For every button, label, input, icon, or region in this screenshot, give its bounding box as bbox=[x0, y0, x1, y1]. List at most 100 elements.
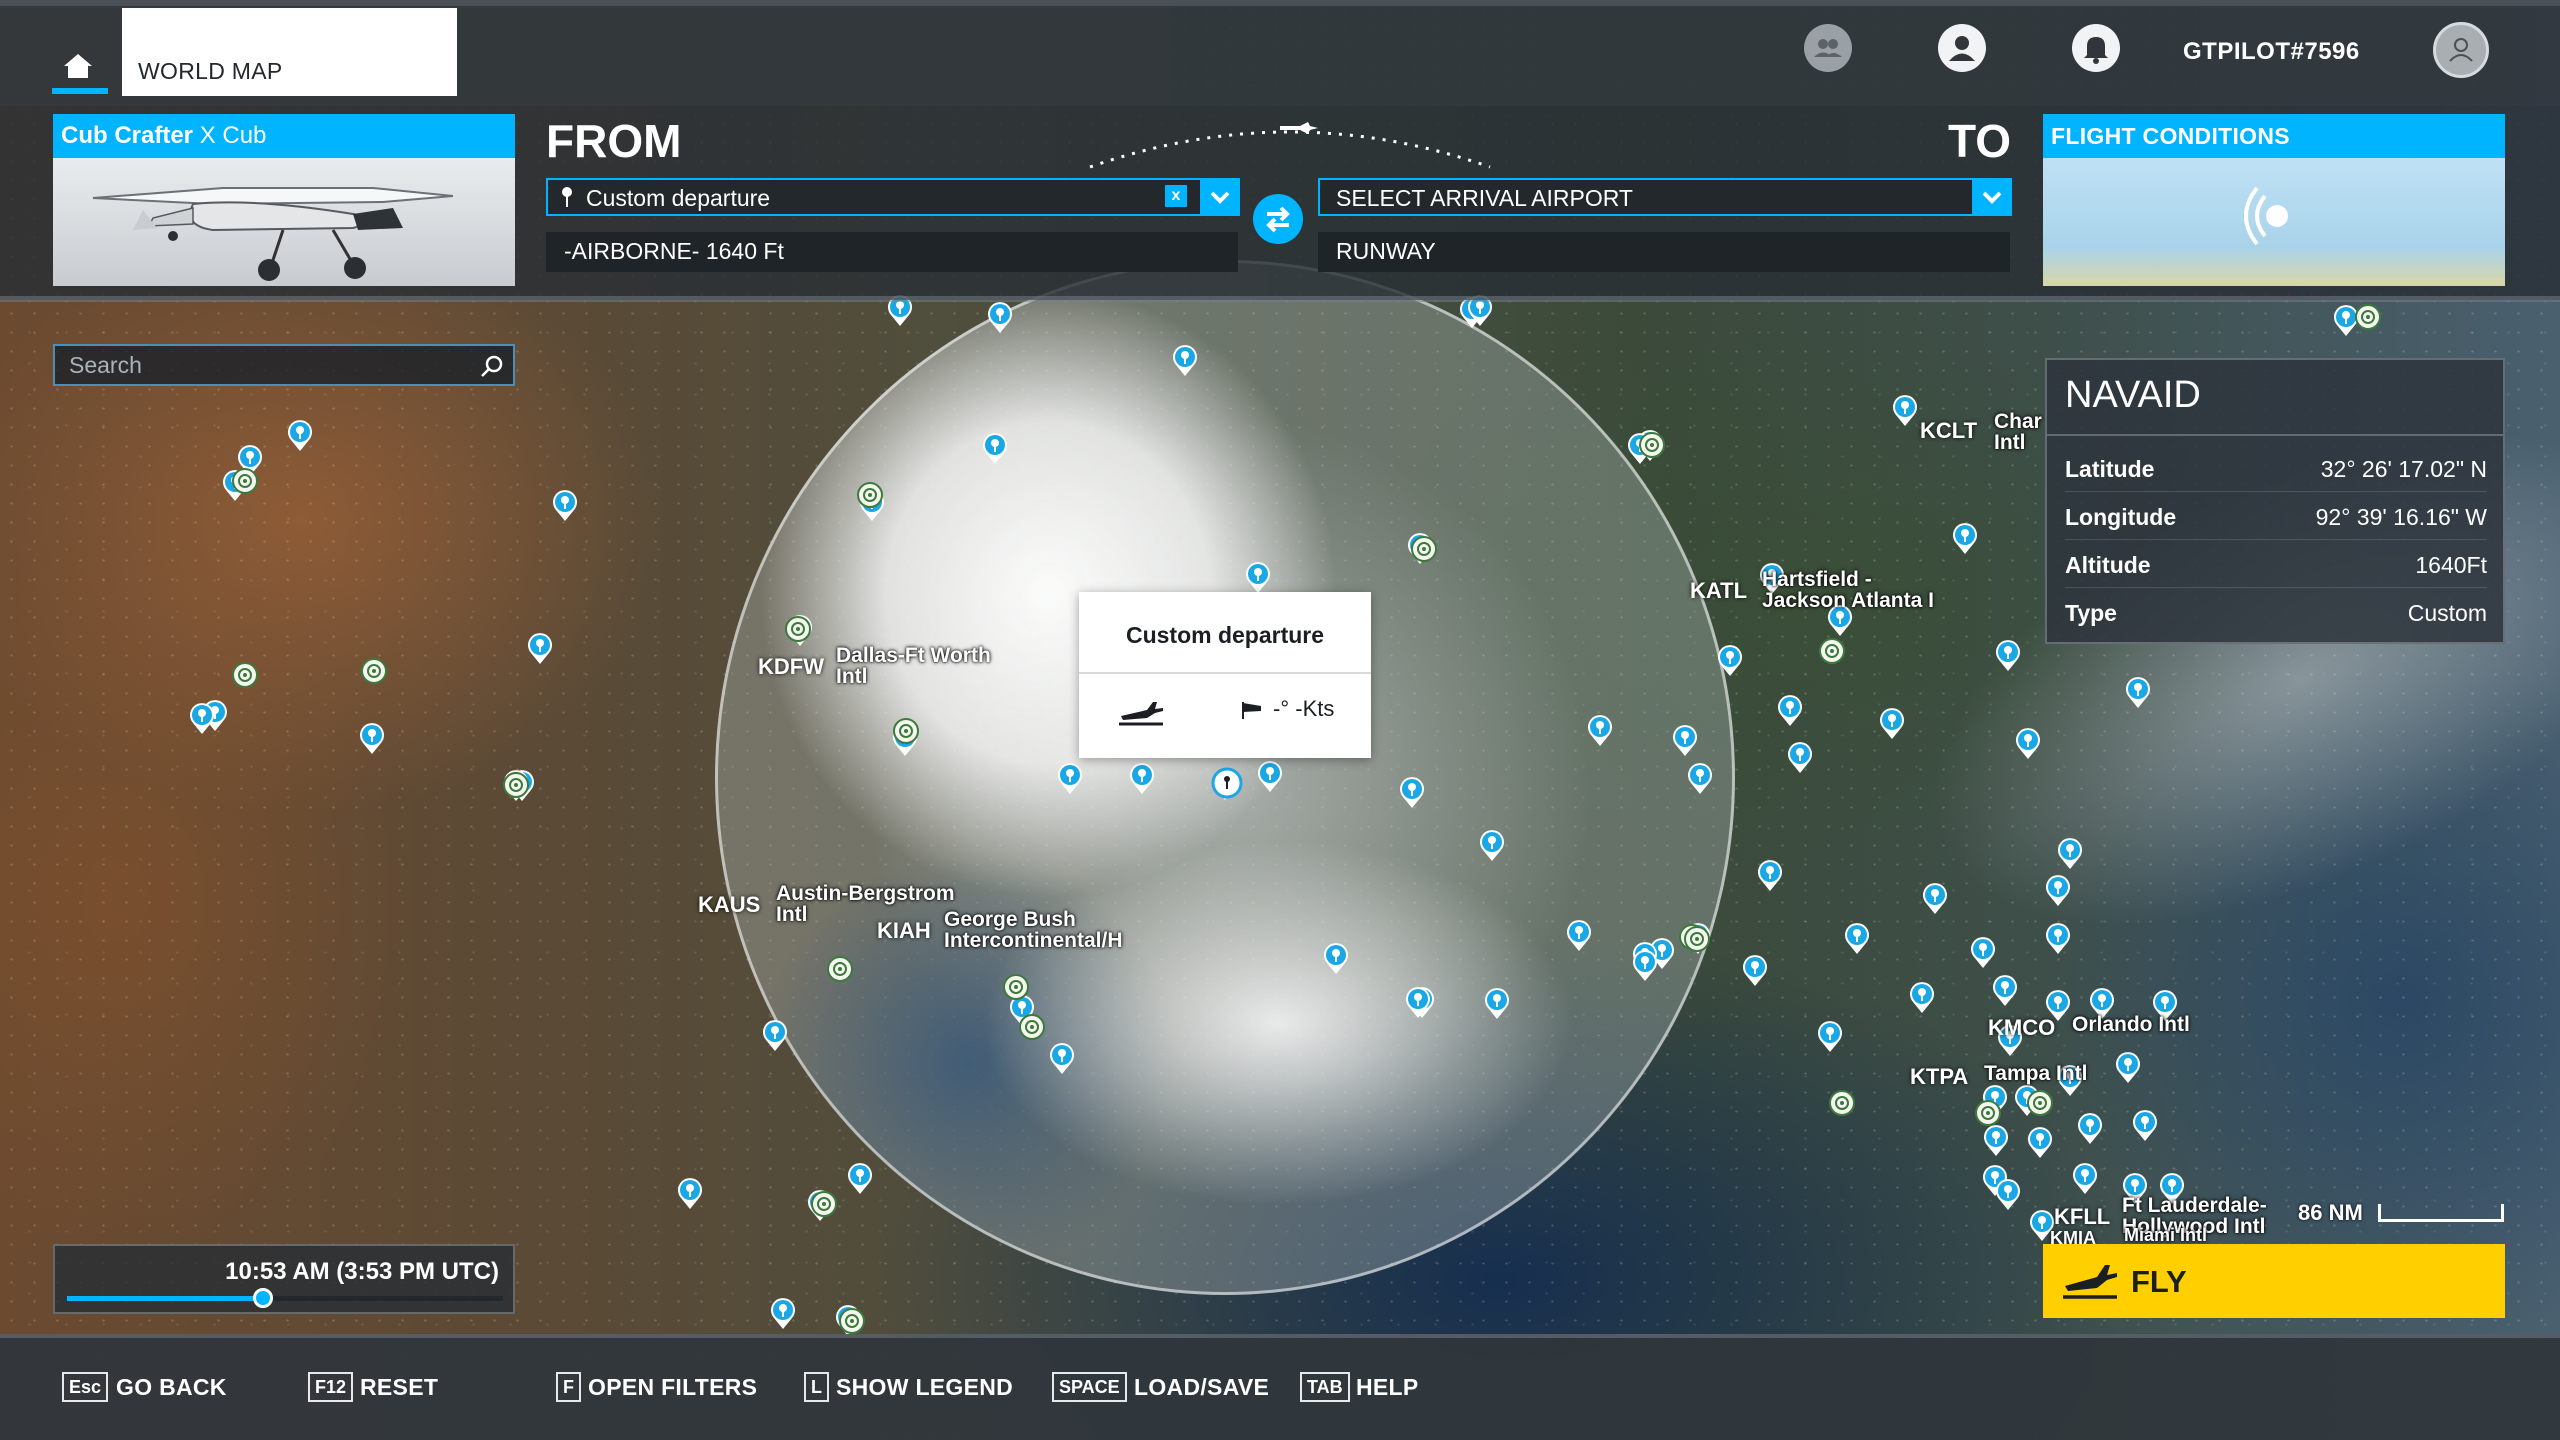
airport-pin-icon[interactable] bbox=[2131, 1108, 2159, 1142]
aircraft-selection-card[interactable]: Cub Crafter X Cub bbox=[53, 114, 515, 286]
airport-pin-icon[interactable] bbox=[1994, 638, 2022, 672]
airport-pin-icon[interactable] bbox=[2014, 726, 2042, 760]
airport-pin-icon[interactable] bbox=[2044, 921, 2072, 955]
departure-dropdown[interactable]: Custom departure bbox=[546, 178, 1240, 216]
airport-pin-icon[interactable] bbox=[1686, 761, 1714, 795]
search-input[interactable] bbox=[69, 352, 469, 378]
airport-pin-icon[interactable] bbox=[1816, 1019, 1844, 1053]
airport-code-kiah[interactable]: KIAH bbox=[877, 918, 931, 944]
navaid-pin-icon[interactable] bbox=[231, 659, 259, 693]
fly-button[interactable]: FLY bbox=[2043, 1244, 2505, 1318]
airport-pin-icon[interactable] bbox=[1671, 723, 1699, 757]
airport-pin-icon[interactable] bbox=[1991, 973, 2019, 1007]
avatar[interactable] bbox=[2433, 22, 2489, 78]
airport-pin-icon[interactable] bbox=[188, 701, 216, 735]
airport-pin-icon[interactable] bbox=[1969, 935, 1997, 969]
navaid-pin-icon[interactable] bbox=[810, 1188, 838, 1222]
departure-marker-icon[interactable] bbox=[1211, 767, 1243, 801]
airport-pin-icon[interactable] bbox=[1483, 986, 1511, 1020]
airport-pin-icon[interactable] bbox=[286, 418, 314, 452]
airport-pin-icon[interactable] bbox=[2026, 1125, 2054, 1159]
airport-pin-icon[interactable] bbox=[769, 1296, 797, 1330]
airport-pin-icon[interactable] bbox=[1891, 393, 1919, 427]
airport-pin-icon[interactable] bbox=[2124, 675, 2152, 709]
airport-pin-icon[interactable] bbox=[761, 1018, 789, 1052]
airport-code-kmco[interactable]: KMCO bbox=[1988, 1015, 2055, 1041]
navaid-pin-icon[interactable] bbox=[1818, 635, 1846, 669]
departure-dropdown-toggle[interactable] bbox=[1200, 178, 1240, 216]
airport-pin-icon[interactable] bbox=[1786, 740, 1814, 774]
airport-pin-icon[interactable] bbox=[1994, 1177, 2022, 1211]
navaid-pin-icon[interactable] bbox=[231, 465, 259, 499]
airport-pin-icon[interactable] bbox=[2076, 1111, 2104, 1145]
time-slider[interactable] bbox=[67, 1288, 503, 1308]
profile-button[interactable] bbox=[1938, 24, 1986, 72]
navaid-pin-icon[interactable] bbox=[1828, 1087, 1856, 1121]
airport-pin-icon[interactable] bbox=[986, 300, 1014, 334]
airport-pin-icon[interactable] bbox=[1565, 918, 1593, 952]
swap-route-button[interactable] bbox=[1253, 194, 1303, 244]
navaid-pin-icon[interactable] bbox=[360, 655, 388, 689]
navaid-pin-icon[interactable] bbox=[1018, 1011, 1046, 1045]
airport-pin-icon[interactable] bbox=[2044, 873, 2072, 907]
airport-pin-icon[interactable] bbox=[981, 431, 1009, 465]
navaid-pin-icon[interactable] bbox=[2026, 1087, 2054, 1121]
airport-pin-icon[interactable] bbox=[1128, 761, 1156, 795]
airport-pin-icon[interactable] bbox=[1951, 521, 1979, 555]
arrival-dropdown[interactable]: SELECT ARRIVAL AIRPORT bbox=[1318, 178, 2012, 216]
airport-code-ktpa[interactable]: KTPA bbox=[1910, 1064, 1968, 1090]
airport-pin-icon[interactable] bbox=[1843, 921, 1871, 955]
navaid-pin-icon[interactable] bbox=[826, 953, 854, 987]
arrival-runway-field[interactable]: RUNWAY bbox=[1318, 232, 2010, 272]
airport-pin-icon[interactable] bbox=[1776, 693, 1804, 727]
airport-pin-icon[interactable] bbox=[2056, 836, 2084, 870]
arrival-dropdown-toggle[interactable] bbox=[1972, 178, 2012, 216]
airport-code-kaus[interactable]: KAUS bbox=[698, 892, 760, 918]
navaid-pin-icon[interactable] bbox=[502, 769, 530, 803]
airport-pin-icon[interactable] bbox=[1404, 985, 1432, 1019]
airport-pin-icon[interactable] bbox=[1171, 343, 1199, 377]
clear-departure-button[interactable]: x bbox=[1165, 185, 1187, 207]
airport-pin-icon[interactable] bbox=[1478, 828, 1506, 862]
search-icon[interactable] bbox=[479, 354, 505, 380]
airport-code-kclt[interactable]: KCLT bbox=[1920, 418, 1977, 444]
airport-pin-icon[interactable] bbox=[358, 721, 386, 755]
map-search-box[interactable] bbox=[53, 344, 515, 386]
navaid-pin-icon[interactable] bbox=[856, 479, 884, 513]
airport-code-katl[interactable]: KATL bbox=[1690, 578, 1747, 604]
airport-pin-icon[interactable] bbox=[1908, 980, 1936, 1014]
airport-pin-icon[interactable] bbox=[1756, 858, 1784, 892]
navaid-pin-icon[interactable] bbox=[1002, 971, 1030, 1005]
airport-pin-icon[interactable] bbox=[1586, 713, 1614, 747]
navaid-pin-icon[interactable] bbox=[1410, 533, 1438, 567]
tab-world-map[interactable]: WORLD MAP bbox=[122, 8, 457, 96]
airport-pin-icon[interactable] bbox=[2114, 1050, 2142, 1084]
airport-pin-icon[interactable] bbox=[676, 1176, 704, 1210]
airport-pin-icon[interactable] bbox=[1322, 941, 1350, 975]
airport-pin-icon[interactable] bbox=[1244, 560, 1272, 594]
airport-pin-icon[interactable] bbox=[2071, 1161, 2099, 1195]
navaid-pin-icon[interactable] bbox=[784, 613, 812, 647]
time-slider-thumb[interactable] bbox=[253, 1288, 274, 1308]
airport-pin-icon[interactable] bbox=[846, 1161, 874, 1195]
navaid-pin-icon[interactable] bbox=[892, 715, 920, 749]
navaid-pin-icon[interactable] bbox=[1974, 1097, 2002, 1131]
airport-pin-icon[interactable] bbox=[1048, 1041, 1076, 1075]
friends-button[interactable] bbox=[1804, 24, 1852, 72]
airport-pin-icon[interactable] bbox=[551, 488, 579, 522]
airport-pin-icon[interactable] bbox=[1398, 775, 1426, 809]
flight-conditions-card[interactable]: FLIGHT CONDITIONS bbox=[2043, 114, 2505, 286]
airport-pin-icon[interactable] bbox=[1056, 761, 1084, 795]
airport-pin-icon[interactable] bbox=[1631, 948, 1659, 982]
notifications-button[interactable] bbox=[2072, 24, 2120, 72]
departure-popup[interactable]: Custom departure -° -Kts bbox=[1079, 592, 1371, 758]
airport-pin-icon[interactable] bbox=[1741, 953, 1769, 987]
airport-pin-icon[interactable] bbox=[1878, 706, 1906, 740]
airport-pin-icon[interactable] bbox=[1716, 643, 1744, 677]
airport-pin-icon[interactable] bbox=[1256, 759, 1284, 793]
navaid-pin-icon[interactable] bbox=[2354, 301, 2382, 335]
username-label[interactable]: GTPILOT#7596 bbox=[2183, 38, 2360, 66]
airport-code-kfll[interactable]: KFLL bbox=[2054, 1204, 2110, 1230]
departure-detail[interactable]: -AIRBORNE- 1640 Ft bbox=[546, 232, 1238, 272]
airport-pin-icon[interactable] bbox=[1921, 881, 1949, 915]
